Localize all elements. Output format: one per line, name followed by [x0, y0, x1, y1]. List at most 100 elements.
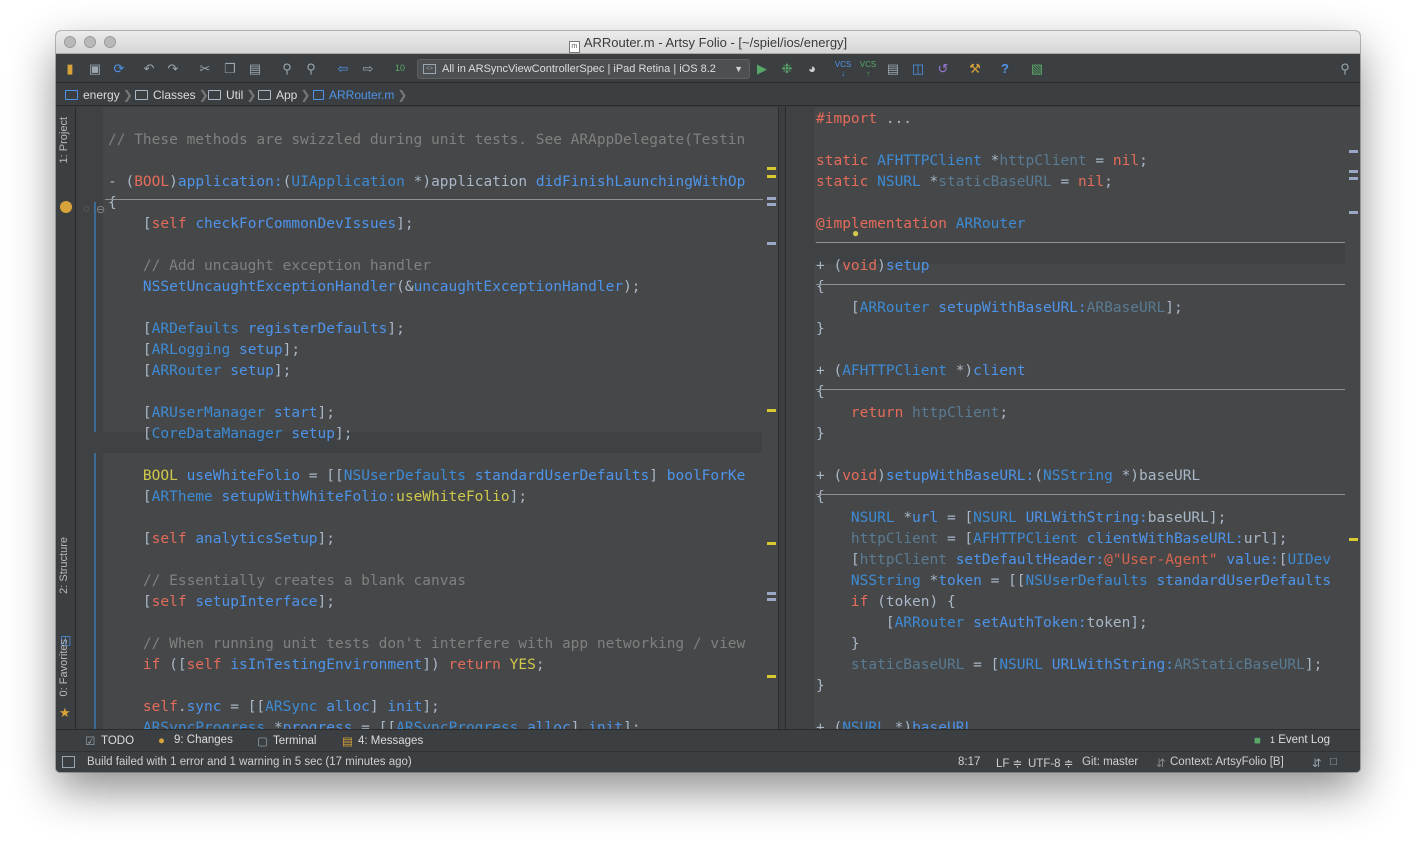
- code-line[interactable]: self.sync = [[ARSync alloc] init];: [108, 697, 440, 718]
- code-line[interactable]: #import ...: [816, 109, 912, 130]
- code-line[interactable]: [self setupInterface];: [108, 592, 335, 613]
- code-line[interactable]: [httpClient setDefaultHeader:@"User-Agen…: [816, 550, 1331, 571]
- debug-icon[interactable]: ❉: [778, 60, 796, 77]
- code-line[interactable]: [ARRouter setupWithBaseURL:ARBaseURL];: [816, 298, 1183, 319]
- scroll-marker[interactable]: [767, 167, 776, 170]
- code-line[interactable]: httpClient = [AFHTTPClient clientWithBas…: [816, 529, 1288, 550]
- replace-icon[interactable]: ⚲: [302, 60, 320, 77]
- code-line[interactable]: + (void)setup: [816, 256, 930, 277]
- structure-tool-tab[interactable]: 2: Structure: [58, 537, 70, 594]
- code-line[interactable]: staticBaseURL = [NSURL URLWithString:ARS…: [816, 655, 1322, 676]
- code-line[interactable]: // Essentially creates a blank canvas: [108, 571, 466, 592]
- crumb-app[interactable]: App ❯: [258, 87, 310, 103]
- open-folder-icon[interactable]: ▮: [61, 60, 79, 77]
- code-line[interactable]: }: [816, 634, 860, 655]
- code-line[interactable]: [ARLogging setup];: [108, 340, 300, 361]
- sync-icon[interactable]: ⟳: [110, 60, 128, 77]
- code-line[interactable]: + (NSURL *)baseURL: [816, 718, 973, 729]
- code-line[interactable]: }: [816, 319, 825, 340]
- help-icon[interactable]: ?: [996, 60, 1014, 77]
- code-line[interactable]: // Add uncaught exception handler: [108, 256, 431, 277]
- messages-tab[interactable]: ▤ 4: Messages: [342, 734, 423, 748]
- find-icon[interactable]: ⚲: [278, 60, 296, 77]
- android-icon[interactable]: ▧: [1028, 60, 1046, 77]
- terminal-tab[interactable]: ▢ Terminal: [257, 734, 316, 748]
- code-line[interactable]: {: [816, 277, 825, 298]
- file-encoding[interactable]: UTF-8 ≑: [1028, 756, 1073, 770]
- code-line[interactable]: @implementation ARRouter: [816, 214, 1026, 235]
- code-line[interactable]: if (token) {: [816, 592, 956, 613]
- undo-icon[interactable]: ↶: [140, 60, 158, 77]
- scroll-marker[interactable]: [767, 203, 776, 206]
- code-line[interactable]: {: [108, 193, 117, 214]
- run-configuration-select[interactable]: <> All in ARSyncViewControllerSpec | iPa…: [417, 59, 750, 79]
- project-tool-tab[interactable]: 1: Project: [58, 117, 70, 163]
- code-line[interactable]: // When running unit tests don't interfe…: [108, 634, 745, 655]
- revert-icon[interactable]: ↺: [934, 60, 952, 77]
- back-icon[interactable]: ⇦: [334, 60, 352, 77]
- code-line[interactable]: static AFHTTPClient *httpClient = nil;: [816, 151, 1148, 172]
- scroll-marker[interactable]: [1349, 177, 1358, 180]
- code-line[interactable]: + (void)setupWithBaseURL:(NSString *)bas…: [816, 466, 1200, 487]
- right-scrollbar[interactable]: [1345, 107, 1360, 729]
- code-line[interactable]: ARSyncProgress *progress = [[ARSyncProgr…: [108, 718, 641, 729]
- readonly-lock-icon[interactable]: ⇵: [1312, 756, 1322, 770]
- scroll-marker[interactable]: [767, 542, 776, 545]
- code-line[interactable]: [ARRouter setup];: [108, 361, 291, 382]
- vcs-commit-icon[interactable]: VCS ↑: [859, 60, 877, 78]
- code-line[interactable]: }: [816, 676, 825, 697]
- code-line[interactable]: static NSURL *staticBaseURL = nil;: [816, 172, 1113, 193]
- code-line[interactable]: if ([self isInTestingEnvironment]) retur…: [108, 655, 545, 676]
- crumb-util[interactable]: Util ❯: [208, 87, 256, 103]
- event-log-tab[interactable]: ■ 1 Event Log: [1254, 734, 1330, 747]
- settings-icon[interactable]: ⚒: [966, 60, 984, 77]
- code-line[interactable]: + (AFHTTPClient *)client: [816, 361, 1026, 382]
- save-icon[interactable]: ▣: [86, 60, 104, 77]
- code-line[interactable]: return httpClient;: [816, 403, 1008, 424]
- left-editor-pane[interactable]: ◌ ⊖ // These methods are swizzled during…: [77, 107, 778, 729]
- forward-icon[interactable]: ⇨: [359, 60, 377, 77]
- code-line[interactable]: BOOL useWhiteFolio = [[NSUserDefaults st…: [108, 466, 745, 487]
- structure-icon[interactable]: ◫: [909, 60, 927, 77]
- coverage-icon[interactable]: ◕: [803, 60, 821, 77]
- code-line[interactable]: NSURL *url = [NSURL URLWithString:baseUR…: [816, 508, 1226, 529]
- changes-tab[interactable]: ● 9: Changes: [158, 734, 233, 747]
- line-separator[interactable]: LF ≑: [996, 756, 1022, 770]
- vcs-update-icon[interactable]: VCS ↓: [834, 60, 852, 78]
- code-line[interactable]: [ARDefaults registerDefaults];: [108, 319, 405, 340]
- scroll-marker[interactable]: [767, 409, 776, 412]
- scroll-marker[interactable]: [767, 197, 776, 200]
- crumb-file[interactable]: ARRouter.m ❯: [313, 87, 407, 103]
- code-line[interactable]: [ARUserManager start];: [108, 403, 335, 424]
- right-editor-pane[interactable]: ● #import ... static AFHTTPClient *httpCl…: [786, 107, 1360, 729]
- scroll-marker[interactable]: [767, 598, 776, 601]
- code-line[interactable]: NSString *token = [[NSUserDefaults stand…: [816, 571, 1331, 592]
- copy-icon[interactable]: ❐: [221, 60, 239, 77]
- status-toggle-icon[interactable]: [62, 756, 75, 768]
- scroll-marker[interactable]: [767, 592, 776, 595]
- scroll-marker[interactable]: [1349, 170, 1358, 173]
- cut-icon[interactable]: ✂: [196, 60, 214, 77]
- crumb-energy[interactable]: energy ❯: [65, 87, 133, 103]
- left-scrollbar[interactable]: [763, 107, 778, 729]
- code-line[interactable]: // These methods are swizzled during uni…: [108, 130, 745, 151]
- code-line[interactable]: - (BOOL)application:(UIApplication *)app…: [108, 172, 745, 193]
- todo-tab[interactable]: ☑ TODO: [85, 734, 134, 748]
- code-line[interactable]: }: [816, 424, 825, 445]
- scroll-marker[interactable]: [767, 175, 776, 178]
- caret-position[interactable]: 8:17: [958, 756, 980, 768]
- status-message[interactable]: Build failed with 1 error and 1 warning …: [87, 756, 412, 768]
- vcs-history-icon[interactable]: ▤: [884, 60, 902, 77]
- code-line[interactable]: NSSetUncaughtExceptionHandler(&uncaughtE…: [108, 277, 641, 298]
- code-line[interactable]: {: [816, 382, 825, 403]
- code-line[interactable]: [ARTheme setupWithWhiteFolio:useWhiteFol…: [108, 487, 527, 508]
- scroll-marker[interactable]: [767, 675, 776, 678]
- crumb-classes[interactable]: Classes ❯: [135, 87, 209, 103]
- code-line[interactable]: [ARRouter setAuthToken:token];: [816, 613, 1148, 634]
- scroll-marker[interactable]: [1349, 211, 1358, 214]
- lock-icon[interactable]: □: [1330, 756, 1337, 768]
- git-branch[interactable]: Git: master: [1082, 756, 1138, 768]
- paste-icon[interactable]: ▤: [246, 60, 264, 77]
- code-line[interactable]: {: [816, 487, 825, 508]
- run-icon[interactable]: ▶: [753, 60, 771, 77]
